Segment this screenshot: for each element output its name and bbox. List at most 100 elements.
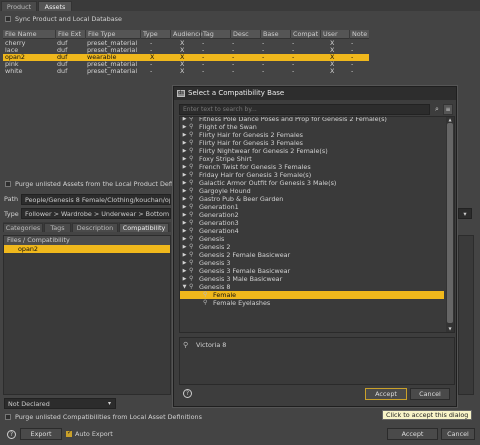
subtab-description[interactable]: Description xyxy=(72,223,118,232)
expand-arrow-icon[interactable]: ▶ xyxy=(182,203,187,211)
search-icon[interactable]: ⌕ xyxy=(432,104,442,115)
subtab-categories[interactable]: Categories xyxy=(3,223,43,232)
tree-item[interactable]: ▶ ⚲ Genesis 3 Male Basicwear xyxy=(180,275,444,283)
tree-item[interactable]: ▶ ⚲ Flirty Hair for Genesis 2 Females xyxy=(180,131,444,139)
expand-arrow-icon[interactable]: ▶ xyxy=(182,163,187,171)
subtab-compatibility[interactable]: Compatibility xyxy=(119,223,169,232)
table-row[interactable]: white duf preset_material - X - - - - X - xyxy=(3,68,369,75)
col-file-type[interactable]: File Type xyxy=(85,30,140,39)
purge-unlisted-checkbox[interactable] xyxy=(5,181,11,187)
expand-arrow-icon[interactable]: ▶ xyxy=(182,259,187,267)
tree-item[interactable]: ▶ ⚲ Gargoyle Hound xyxy=(180,187,444,195)
auto-export-checkbox[interactable] xyxy=(66,429,72,437)
col-file-ext[interactable]: File Ext xyxy=(55,30,85,39)
sync-checkbox[interactable] xyxy=(5,16,11,22)
tree-item[interactable]: ▶ ⚲ Flight of the Swan xyxy=(180,123,444,131)
expand-arrow-icon[interactable]: ▶ xyxy=(182,275,187,283)
expand-arrow-icon[interactable]: ▶ xyxy=(182,139,187,147)
tab-product[interactable]: Product xyxy=(1,1,37,11)
tree-item[interactable]: ▶ ⚲ Flirty Hair for Genesis 3 Females xyxy=(180,139,444,147)
tree-item[interactable]: ▶ ⚲ French Twist for Genesis 3 Females xyxy=(180,163,444,171)
search-input[interactable]: Enter text to search by... xyxy=(179,104,430,115)
col-desc[interactable]: Desc xyxy=(230,30,260,39)
path-field[interactable]: People/Genesis 8 Female/Clothing/kouchan… xyxy=(21,194,171,205)
expand-arrow-icon[interactable]: ▶ xyxy=(182,219,187,227)
expand-arrow-icon[interactable]: ▶ xyxy=(182,187,187,195)
type-field[interactable]: Follower > Wardrobe > Underwear > Bottom xyxy=(21,208,171,219)
not-declared-select[interactable]: Not Declared xyxy=(4,398,116,409)
scroll-down-icon[interactable]: ▼ xyxy=(447,326,453,331)
col-compat[interactable]: Compat xyxy=(290,30,320,39)
expand-arrow-icon[interactable]: ▶ xyxy=(182,267,187,275)
col-note[interactable]: Note xyxy=(349,30,369,39)
collapse-arrow-icon[interactable]: ▼ xyxy=(182,283,187,291)
tree-item[interactable]: ▶ ⚲ Genesis 2 xyxy=(180,243,444,251)
expand-arrow-icon[interactable]: ▶ xyxy=(182,211,187,219)
tree-item[interactable]: ▶ ⚲ Generation3 xyxy=(180,219,444,227)
expand-arrow-icon[interactable]: ▶ xyxy=(182,235,187,243)
tree-item-label: Generation1 xyxy=(199,203,239,211)
files-compat-item[interactable]: opan2 xyxy=(4,245,170,253)
tree-item[interactable]: ▶ ⚲ Genesis 3 Female Basicwear xyxy=(180,267,444,275)
tree-item[interactable]: ▼ ⚲ Genesis 8 xyxy=(180,283,444,291)
tree-item[interactable]: ▶ ⚲ Generation2 xyxy=(180,211,444,219)
tree-item[interactable]: ▶ ⚲ Generation4 xyxy=(180,227,444,235)
tree-item-label: Female Eyelashes xyxy=(213,299,271,307)
dialog-help-icon[interactable]: ? xyxy=(183,389,192,398)
expand-arrow-icon[interactable]: ▶ xyxy=(182,243,187,251)
tree-item[interactable]: ▶ ⚲ Fitness Pole Dance Poses and Prop for … xyxy=(180,116,444,123)
tree-item[interactable]: ▶ ⚲ Genesis 3 xyxy=(180,259,444,267)
expand-arrow-icon[interactable]: ▶ xyxy=(182,123,187,131)
tree-scrollbar[interactable]: ▲ ▼ xyxy=(446,117,454,332)
tree-item-label: Genesis 3 xyxy=(199,259,231,267)
tab-assets[interactable]: Assets xyxy=(38,1,72,11)
expand-arrow-icon[interactable]: ▶ xyxy=(182,147,187,155)
type-dropdown-chevron-icon[interactable]: ▾ xyxy=(458,208,472,219)
col-type[interactable]: Type xyxy=(140,30,170,39)
expand-arrow-icon[interactable]: ▶ xyxy=(182,251,187,259)
options-menu-icon[interactable]: ≡ xyxy=(443,104,453,115)
selected-base-item[interactable]: Victoria 8 xyxy=(196,341,226,349)
figure-icon: ⚲ xyxy=(189,275,194,282)
tree-item[interactable]: ▶ ⚲ Generation1 xyxy=(180,203,444,211)
figure-icon: ⚲ xyxy=(189,123,194,130)
dialog-accept-button[interactable]: Accept xyxy=(365,388,407,400)
col-audience[interactable]: Audience xyxy=(170,30,203,39)
expand-arrow-icon[interactable]: ▶ xyxy=(182,155,187,163)
tree-item[interactable]: ⚲ Female xyxy=(180,291,444,299)
tree-item-label: Genesis 2 xyxy=(199,243,231,251)
tree-item[interactable]: ▶ ⚲ Gastro Pub & Beer Garden xyxy=(180,195,444,203)
dialog-cancel-button[interactable]: Cancel xyxy=(410,388,450,400)
table-cell-desc: - xyxy=(232,67,235,75)
tree-item[interactable]: ▶ ⚲ Genesis xyxy=(180,235,444,243)
table-cell-tag: - xyxy=(202,67,205,75)
export-button[interactable]: Export xyxy=(20,428,62,440)
accept-button[interactable]: Accept xyxy=(387,428,438,440)
help-icon[interactable]: ? xyxy=(7,430,16,439)
accept-tooltip: Click to accept this dialog xyxy=(382,410,473,420)
tree-item[interactable]: ▶ ⚲ Friday Hair for Genesis 3 Female(s) xyxy=(180,171,444,179)
tree-item[interactable]: ▶ ⚲ Genesis 2 Female Basicwear xyxy=(180,251,444,259)
col-file-name[interactable]: File Name xyxy=(3,30,55,39)
expand-arrow-icon[interactable]: ▶ xyxy=(182,195,187,203)
figure-icon: ⚲ xyxy=(189,243,194,250)
tree-item[interactable]: ▶ ⚲ Galactic Armor Outfit for Genesis 3 Ma… xyxy=(180,179,444,187)
col-tag[interactable]: Tag xyxy=(200,30,230,39)
purge-compat-checkbox[interactable] xyxy=(5,414,11,420)
subtab-tags[interactable]: Tags xyxy=(44,223,71,232)
tree-item[interactable]: ▶ ⚲ Foxy Stripe Shirt xyxy=(180,155,444,163)
expand-arrow-icon[interactable]: ▶ xyxy=(182,179,187,187)
expand-arrow-icon[interactable]: ▶ xyxy=(182,227,187,235)
tree-scrollbar-thumb[interactable] xyxy=(447,123,453,323)
tree-item-label: Genesis 2 Female Basicwear xyxy=(199,251,291,259)
col-base[interactable]: Base xyxy=(260,30,290,39)
scroll-up-icon[interactable]: ▲ xyxy=(447,117,453,122)
expand-arrow-icon[interactable]: ▶ xyxy=(182,131,187,139)
cancel-button[interactable]: Cancel xyxy=(441,428,475,440)
col-user[interactable]: User xyxy=(320,30,349,39)
tree-item[interactable]: ▶ ⚲ Flirty Nightwear for Genesis 2 Female(… xyxy=(180,147,444,155)
tree-item-label: Fitness Pole Dance Poses and Prop for Ge… xyxy=(199,116,387,123)
expand-arrow-icon[interactable]: ▶ xyxy=(182,117,187,123)
expand-arrow-icon[interactable]: ▶ xyxy=(182,171,187,179)
tree-item[interactable]: ⚲ Female Eyelashes xyxy=(180,299,444,307)
